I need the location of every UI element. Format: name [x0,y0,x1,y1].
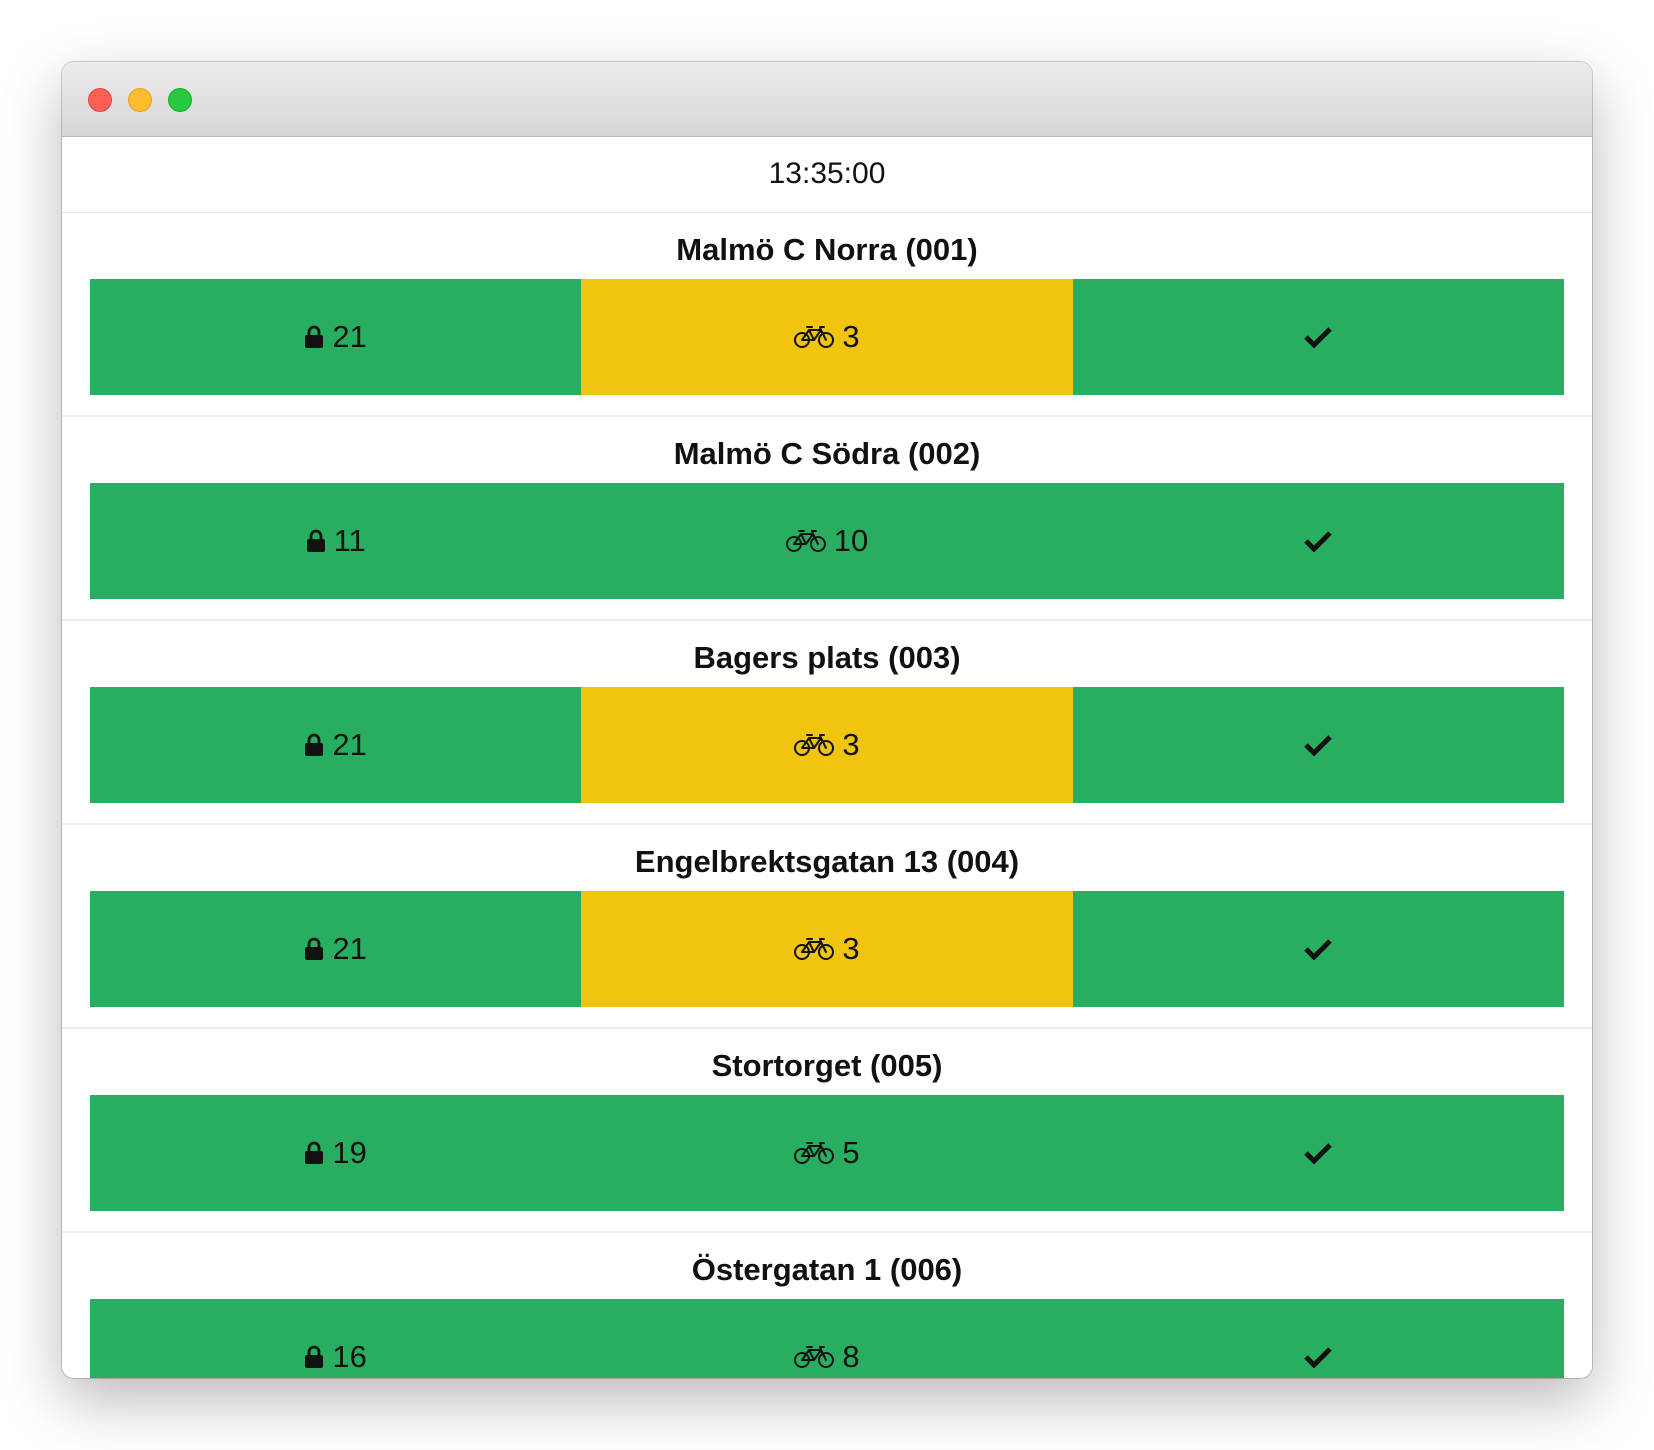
app-window: 13:35:00 Malmö C Norra (001) 21 3 Malmö C S… [62,62,1592,1378]
free-docks-cell: 21 [90,891,582,1007]
free-docks-cell: 21 [90,279,582,395]
available-bikes-count: 8 [842,1339,860,1374]
check-icon [1304,938,1333,960]
available-bikes-cell: 8 [581,1299,1073,1378]
free-docks-cell: 19 [90,1095,582,1211]
station-status-cell [1072,1299,1564,1378]
title-bar [62,62,1592,137]
station-status-bar: 16 8 [90,1299,1564,1378]
station-row[interactable]: Engelbrektsgatan 13 (004) 21 3 [62,825,1592,1029]
minimize-window-button[interactable] [128,88,152,112]
bicycle-icon [794,1345,835,1369]
available-bikes-count: 5 [842,1135,860,1170]
free-docks-count: 21 [332,727,367,762]
station-status-bar: 21 3 [90,279,1564,395]
station-status-cell [1072,483,1564,599]
station-status-cell [1072,891,1564,1007]
free-docks-cell: 11 [90,483,582,599]
station-row[interactable]: Malmö C Södra (002) 11 10 [62,417,1592,621]
lock-icon [304,733,324,757]
station-status-cell [1072,687,1564,803]
available-bikes-count: 3 [842,931,860,966]
station-name: Malmö C Norra (001) [676,232,978,267]
check-icon [1304,1142,1333,1164]
bicycle-icon [785,529,826,553]
check-icon [1304,734,1333,756]
check-icon [1304,326,1333,348]
available-bikes-count: 3 [842,727,860,762]
check-icon [1304,1346,1333,1368]
station-status-bar: 19 5 [90,1095,1564,1211]
maximize-window-button[interactable] [168,88,192,112]
lock-icon [304,1345,324,1369]
bicycle-icon [794,937,835,961]
free-docks-count: 19 [332,1135,367,1170]
bicycle-icon [794,733,835,757]
station-status-bar: 21 3 [90,891,1564,1007]
bicycle-icon [794,1141,835,1165]
station-status-cell [1072,1095,1564,1211]
lock-icon [304,937,324,961]
station-status-bar: 11 10 [90,483,1564,599]
close-window-button[interactable] [88,88,112,112]
station-name: Östergatan 1 (006) [691,1252,963,1287]
station-name: Engelbrektsgatan 13 (004) [634,844,1020,879]
free-docks-count: 11 [333,523,366,558]
station-name: Bagers plats (003) [693,640,961,675]
station-status-bar: 21 3 [90,687,1564,803]
station-row[interactable]: Östergatan 1 (006) 16 8 [62,1233,1592,1378]
bicycle-icon [794,325,835,349]
station-row[interactable]: Stortorget (005) 19 5 [62,1029,1592,1233]
station-name: Malmö C Södra (002) [673,436,981,471]
free-docks-count: 21 [332,931,367,966]
available-bikes-count: 3 [842,319,860,354]
station-row[interactable]: Malmö C Norra (001) 21 3 [62,213,1592,417]
station-row[interactable]: Bagers plats (003) 21 3 [62,621,1592,825]
available-bikes-cell: 5 [581,1095,1073,1211]
available-bikes-cell: 3 [581,687,1073,803]
free-docks-count: 21 [332,319,367,354]
lock-icon [306,529,326,553]
available-bikes-cell: 3 [581,891,1073,1007]
clock-display: 13:35:00 [62,137,1592,213]
free-docks-cell: 21 [90,687,582,803]
station-list-view[interactable]: 13:35:00 Malmö C Norra (001) 21 3 Malmö C S… [62,137,1592,1378]
free-docks-cell: 16 [90,1299,582,1378]
free-docks-count: 16 [332,1339,367,1374]
available-bikes-cell: 10 [581,483,1073,599]
lock-icon [304,325,324,349]
available-bikes-cell: 3 [581,279,1073,395]
check-icon [1304,530,1333,552]
station-name: Stortorget (005) [711,1048,943,1083]
station-status-cell [1072,279,1564,395]
lock-icon [304,1141,324,1165]
station-list: Malmö C Norra (001) 21 3 Malmö C Södra (002… [62,213,1592,1378]
available-bikes-count: 10 [833,523,869,558]
